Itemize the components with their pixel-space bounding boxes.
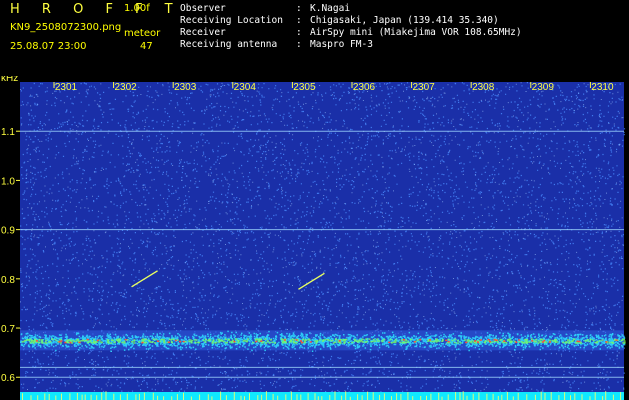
y-axis-unit: kHz — [1, 76, 18, 84]
x-tick-label: 2303 — [174, 82, 197, 93]
x-tick-label: 2307 — [412, 82, 435, 93]
y-tick-label: 0.9 — [1, 226, 15, 237]
x-tick-label: 2302 — [114, 82, 137, 93]
y-tick-label: 0.6 — [1, 373, 15, 384]
meteor-count: 47 — [140, 41, 153, 52]
x-tick-label: 2304 — [234, 82, 257, 93]
meta-receiver: Receiver: AirSpy mini (Miakejima VOR 108.… — [180, 27, 522, 38]
meta-antenna: Receiving antenna: Maspro FM-3 — [180, 39, 373, 50]
station-info: Observer: K.Nagai Receiving Location: Chig… — [180, 3, 522, 51]
detection-mode: meteor — [124, 28, 161, 39]
y-tick-label: 0.8 — [1, 275, 15, 286]
meta-observer: Observer: K.Nagai — [180, 3, 351, 14]
app-brand: H R O F F T — [10, 2, 182, 17]
x-tick-label: 2301 — [55, 82, 78, 93]
hrofft-window: H R O F F T 1.00f KN9_2508072300.png met… — [0, 0, 629, 400]
noise-band — [20, 330, 626, 352]
meta-location: Receiving Location: Chigasaki, Japan (139… — [180, 15, 499, 26]
x-tick-label: 2310 — [591, 82, 614, 93]
app-version: 1.00f — [124, 3, 150, 14]
x-tick-label: 2309 — [532, 82, 555, 93]
spectrogram: kHz 1.1 1.0 0.9 0.8 0.7 0.6 2301 2302 2303 2304 2… — [0, 76, 629, 400]
y-tick-label: 1.0 — [1, 176, 15, 187]
y-tick-label: 1.1 — [1, 127, 15, 138]
x-tick-label: 2308 — [472, 82, 495, 93]
observation-datetime: 25.08.07 23:00 — [10, 41, 87, 52]
x-tick-label: 2305 — [293, 82, 316, 93]
y-tick-label: 0.7 — [1, 324, 15, 335]
spectrogram-background — [20, 82, 624, 400]
spectrogram-svg: kHz 1.1 1.0 0.9 0.8 0.7 0.6 2301 2302 2303 2304 2… — [1, 76, 626, 400]
x-tick-label: 2306 — [353, 82, 376, 93]
image-filename: KN9_2508072300.png — [10, 22, 122, 33]
y-tick-labels: 1.1 1.0 0.9 0.8 0.7 0.6 — [1, 127, 20, 384]
